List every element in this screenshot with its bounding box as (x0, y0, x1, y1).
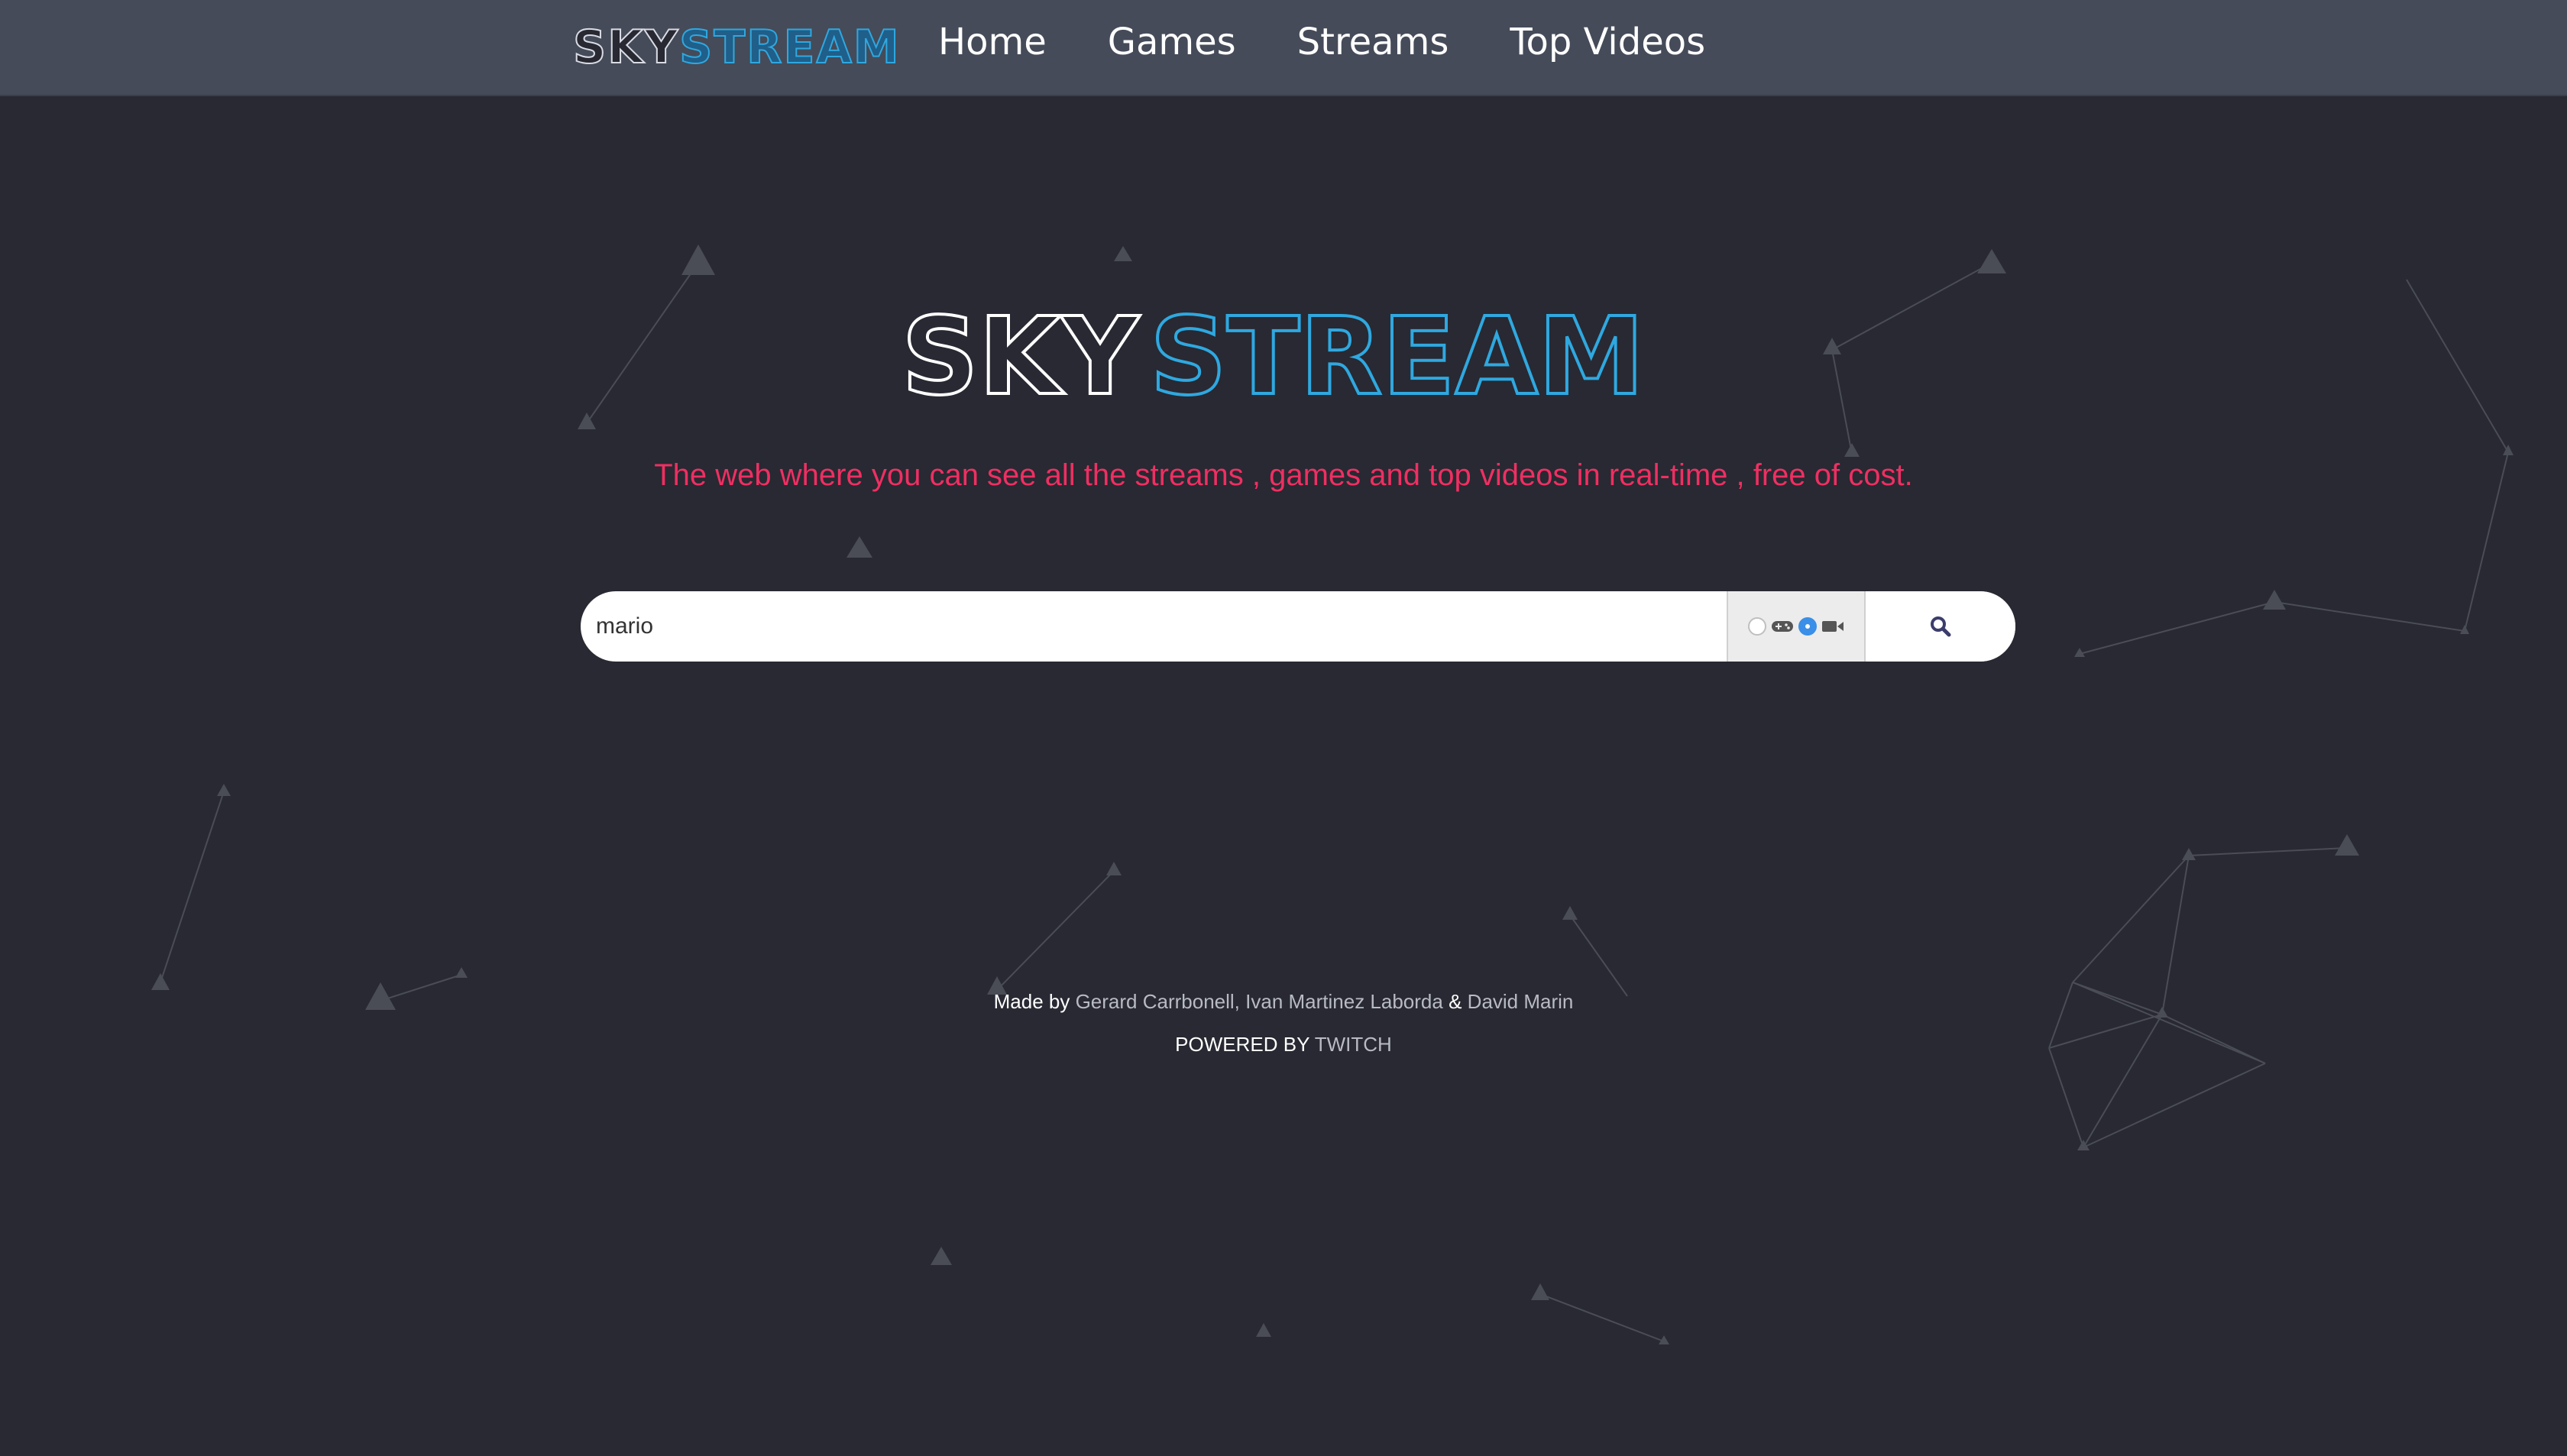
author-separator: , (1234, 990, 1240, 1013)
search-icon (1931, 616, 1951, 637)
author-1: Gerard Carrbonell (1075, 990, 1235, 1013)
search-mode-toggle (1727, 591, 1866, 662)
nav-logo-stream: STREAM (678, 20, 901, 75)
nav-link-home[interactable]: Home (938, 21, 1047, 63)
twitch-link[interactable]: TWITCH (1315, 1033, 1392, 1056)
gamepad-icon (1772, 621, 1793, 632)
hero-logo-sky: SKY (902, 298, 1140, 413)
radio-videos[interactable] (1798, 617, 1817, 636)
nav-logo[interactable]: SKY STREAM (572, 15, 901, 79)
search-input[interactable] (581, 591, 1727, 662)
video-camera-icon (1822, 621, 1844, 632)
tagline: The web where you can see all the stream… (654, 458, 1913, 492)
nav-logo-sky: SKY (572, 20, 680, 75)
top-navbar: SKY STREAM Home Games Streams Top Videos (0, 0, 2567, 96)
made-by-label: Made by (993, 990, 1070, 1013)
nav-link-streams[interactable]: Streams (1297, 21, 1449, 63)
search-bar (581, 591, 2015, 662)
nav-link-top-videos[interactable]: Top Videos (1510, 21, 1705, 63)
hero-logo: SKY STREAM (0, 298, 2567, 413)
radio-games[interactable] (1748, 617, 1766, 636)
search-button[interactable] (1866, 591, 2015, 662)
author-3: David Marin (1467, 990, 1574, 1013)
nav-link-games[interactable]: Games (1108, 21, 1236, 63)
author-2: Ivan Martinez Laborda (1245, 990, 1443, 1013)
hero-logo-stream: STREAM (1150, 298, 1644, 413)
nav-links: Home Games Streams Top Videos (938, 0, 1766, 84)
powered-by-label: POWERED BY (1175, 1033, 1309, 1056)
author-ampersand: & (1449, 990, 1462, 1013)
powered-by: POWERED BY TWITCH (0, 1033, 2567, 1056)
credits: Made by Gerard Carrbonell, Ivan Martinez… (0, 990, 2567, 1014)
